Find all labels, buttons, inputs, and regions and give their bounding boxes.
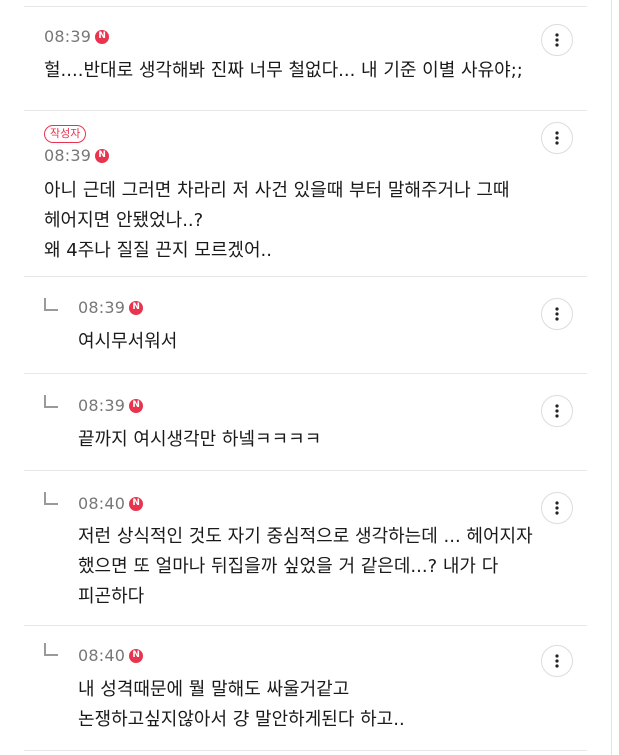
comment-time: 08:40: [78, 494, 126, 513]
more-options-button[interactable]: [541, 395, 573, 427]
more-vertical-icon: [555, 131, 559, 145]
more-options-button[interactable]: [541, 298, 573, 330]
more-options-button[interactable]: [541, 645, 573, 677]
comment-text: 아니 근데 그러면 차라리 저 사건 있을때 부터 말해주거나 그때 헤어지면 …: [44, 180, 510, 261]
author-tag: 작성자: [44, 125, 87, 143]
comment-meta: 08:39 N: [78, 298, 144, 317]
comment-meta: 08:39 N: [78, 396, 144, 415]
new-badge: N: [129, 398, 144, 413]
new-badge: N: [129, 300, 144, 315]
more-vertical-icon: [555, 33, 559, 47]
reply-item: 08:39 N 끝까지 여시생각만 하넼ㅋㅋㅋㅋ: [0, 373, 611, 470]
comment-text: 끝까지 여시생각만 하넼ㅋㅋㅋㅋ: [78, 429, 322, 450]
more-vertical-icon: [555, 501, 559, 515]
reply-arrow-icon: [44, 492, 58, 505]
comment-time: 08:39: [78, 396, 126, 415]
reply-arrow-icon: [44, 395, 58, 408]
comment-meta: 08:39 N: [44, 146, 110, 165]
reply-item: 08:40 N 저런 상식적인 것도 자기 중심적으로 생각하는데 ... 헤어…: [0, 470, 611, 625]
comment-item: 작성자 08:39 N 아니 근데 그러면 차라리 저 사건 있을때 부터 말해…: [0, 110, 611, 276]
reply-arrow-icon: [44, 643, 58, 656]
comment-meta: 08:40 N: [78, 494, 144, 513]
more-vertical-icon: [555, 307, 559, 321]
new-badge: N: [129, 648, 144, 663]
new-badge: N: [95, 29, 110, 44]
more-options-button[interactable]: [541, 492, 573, 524]
comment-item: 08:39 N 헐....반대로 생각해봐 진짜 너무 철없다... 내 기준 …: [0, 0, 611, 110]
reply-item: 08:40 N 내 성격때문에 뭘 말해도 싸울거같고 논쟁하고싶지않아서 걍 …: [0, 625, 611, 750]
reply-arrow-icon: [44, 298, 58, 311]
comment-text: 헐....반대로 생각해봐 진짜 너무 철없다... 내 기준 이별 사유야;;: [44, 60, 523, 81]
more-vertical-icon: [555, 404, 559, 418]
comment-text: 저런 상식적인 것도 자기 중심적으로 생각하는데 ... 헤어지자 했으면 또…: [78, 526, 533, 607]
comment-list: 08:39 N 헐....반대로 생각해봐 진짜 너무 철없다... 내 기준 …: [0, 0, 612, 755]
more-options-button[interactable]: [541, 24, 573, 56]
comment-text: 여시무서워서: [78, 331, 178, 352]
comment-text: 내 성격때문에 뭘 말해도 싸울거같고 논쟁하고싶지않아서 걍 말안하게된다 하…: [78, 679, 405, 730]
comment-meta: 08:40 N: [78, 646, 144, 665]
more-vertical-icon: [555, 654, 559, 668]
comment-time: 08:39: [44, 27, 92, 46]
more-options-button[interactable]: [541, 122, 573, 154]
comment-meta: 08:39 N: [44, 27, 110, 46]
comment-time: 08:39: [78, 298, 126, 317]
comment-time: 08:39: [44, 146, 92, 165]
divider: [24, 750, 587, 751]
reply-item: 08:39 N 여시무서워서: [0, 276, 611, 373]
new-badge: N: [129, 496, 144, 511]
comment-time: 08:40: [78, 646, 126, 665]
new-badge: N: [95, 148, 110, 163]
